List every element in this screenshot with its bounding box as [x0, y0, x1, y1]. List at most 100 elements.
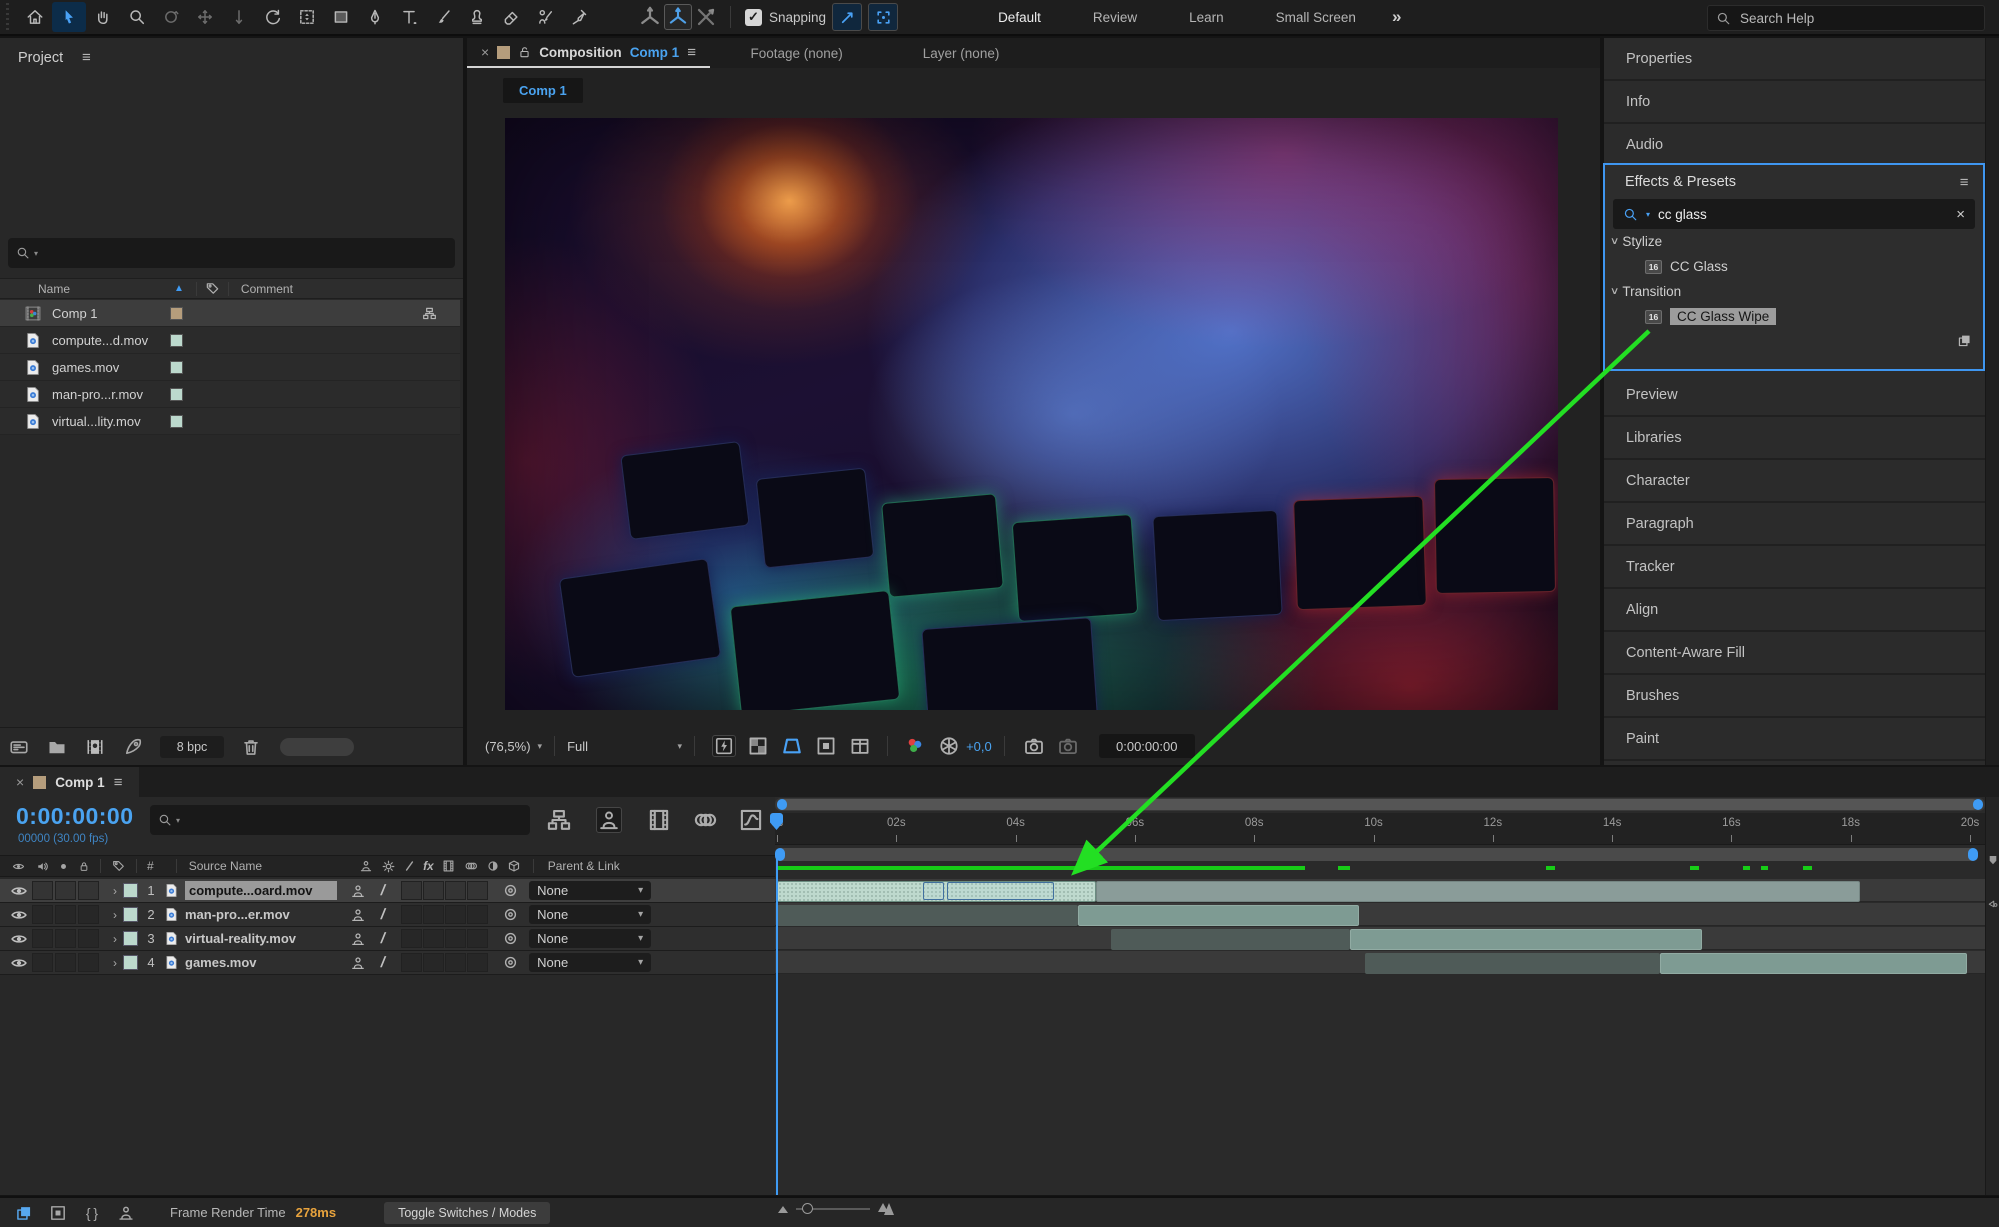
layer-switch-cells[interactable]: [401, 929, 488, 948]
composition-mini-flowchart-icon[interactable]: [546, 807, 572, 833]
eraser-tool-icon[interactable]: [494, 2, 528, 32]
effects-presets-title[interactable]: Effects & Presets: [1625, 174, 1736, 190]
show-snapshot-icon[interactable]: [1056, 735, 1080, 757]
parent-dropdown[interactable]: None▾: [529, 905, 651, 924]
panel-tab-align[interactable]: Align: [1604, 589, 1985, 632]
layer-row[interactable]: › 2 man-pro...er.mov / None▾: [0, 903, 775, 927]
puppet-pin-tool-icon[interactable]: [562, 2, 596, 32]
selection-tool-icon[interactable]: [52, 2, 86, 32]
label-column-icon[interactable]: [111, 859, 126, 873]
pan-camera-tool-icon[interactable]: [188, 2, 222, 32]
parent-dropdown[interactable]: None▾: [529, 929, 651, 948]
solo-toggle-cell[interactable]: [55, 929, 76, 948]
workspace-tab-small-screen[interactable]: Small Screen: [1250, 10, 1382, 25]
brush-tool-icon[interactable]: [426, 2, 460, 32]
snapping-checkbox[interactable]: ✓: [745, 9, 762, 26]
effect-group-transition[interactable]: ∨ Transition: [1605, 279, 1983, 304]
world-axis-mode-icon[interactable]: [664, 4, 692, 30]
expand-layer-icon[interactable]: ›: [113, 908, 117, 922]
column-number[interactable]: #: [147, 859, 154, 873]
snap-beyond-boundaries-icon[interactable]: [868, 3, 898, 31]
audio-toggle-cell[interactable]: [32, 929, 53, 948]
expand-layer-icon[interactable]: ›: [113, 956, 117, 970]
region-of-interest-icon[interactable]: [780, 735, 804, 757]
frame-blending-icon[interactable]: [646, 807, 672, 833]
layer-name[interactable]: compute...oard.mov: [185, 881, 337, 900]
panel-tab-character[interactable]: Character: [1604, 460, 1985, 503]
viewer-timecode[interactable]: 0:00:00:00: [1099, 734, 1195, 758]
zoom-slider-track[interactable]: [796, 1208, 870, 1210]
lock-toggle-cell[interactable]: [78, 953, 99, 972]
sort-ascending-icon[interactable]: ▲: [174, 283, 184, 294]
layer-row[interactable]: › 3 virtual-reality.mov / None▾: [0, 927, 775, 951]
take-snapshot-icon[interactable]: [1022, 735, 1046, 757]
video-toggle-icon[interactable]: [8, 882, 30, 900]
footage-tab[interactable]: Footage (none): [710, 46, 882, 61]
resolution-dropdown[interactable]: Full ▾: [567, 739, 682, 754]
label-color-swatch[interactable]: [170, 307, 183, 320]
dolly-camera-tool-icon[interactable]: [222, 2, 256, 32]
work-area-end-handle[interactable]: [1968, 848, 1978, 861]
shy-toggle-icon[interactable]: [349, 883, 367, 899]
effects-search-box[interactable]: ▾ ×: [1613, 199, 1975, 229]
composition-tab[interactable]: × Composition Comp 1 ≡: [467, 38, 710, 68]
close-tab-icon[interactable]: ×: [16, 774, 24, 790]
roto-brush-tool-icon[interactable]: [528, 2, 562, 32]
layer-duration-bar[interactable]: [777, 881, 1096, 902]
project-item-name[interactable]: games.mov: [52, 360, 170, 375]
panel-tab-paragraph[interactable]: Paragraph: [1604, 503, 1985, 546]
rotation-tool-icon[interactable]: [256, 2, 290, 32]
clear-search-icon[interactable]: ×: [1956, 206, 1965, 223]
layer-color-swatch[interactable]: [123, 907, 138, 922]
column-comment[interactable]: Comment: [241, 282, 293, 296]
video-toggle-icon[interactable]: [8, 906, 30, 924]
layer-duration-bar[interactable]: [1096, 881, 1860, 902]
workspace-tab-learn[interactable]: Learn: [1163, 10, 1250, 25]
effect-group-stylize[interactable]: ∨ Stylize: [1605, 229, 1983, 254]
panel-tab-tracker[interactable]: Tracker: [1604, 546, 1985, 589]
quality-toggle-icon[interactable]: /: [379, 954, 387, 971]
quality-switch-icon[interactable]: [403, 859, 416, 873]
layer-name[interactable]: man-pro...er.mov: [185, 907, 337, 922]
zoom-out-icon[interactable]: [778, 1206, 788, 1213]
label-color-swatch[interactable]: [170, 361, 183, 374]
project-item-row[interactable]: Comp 1: [0, 300, 460, 327]
layer-tab[interactable]: Layer (none): [883, 46, 1040, 61]
label-color-swatch[interactable]: [170, 388, 183, 401]
panel-tab-properties[interactable]: Properties: [1604, 38, 1985, 81]
render-engine-icon[interactable]: [122, 737, 144, 757]
current-time-display[interactable]: 0:00:00:00: [16, 803, 134, 830]
layer-switch-cells[interactable]: [401, 953, 488, 972]
new-folder-icon[interactable]: [46, 737, 68, 757]
frame-blend-switch-icon[interactable]: [441, 859, 456, 873]
magnification-dropdown[interactable]: (76,5%) ▾: [485, 739, 542, 754]
threed-layer-switch-icon[interactable]: [507, 859, 521, 873]
channel-select-icon[interactable]: [903, 735, 927, 757]
lock-toggle-cell[interactable]: [78, 905, 99, 924]
help-search-box[interactable]: [1707, 5, 1985, 31]
timeline-ruler[interactable]: 0s02s04s06s08s10s12s14s16s18s20s: [775, 813, 1985, 845]
mask-visibility-icon[interactable]: [814, 735, 838, 757]
lock-toggle-cell[interactable]: [78, 929, 99, 948]
panel-tab-info[interactable]: Info: [1604, 81, 1985, 124]
solo-toggle-cell[interactable]: [55, 905, 76, 924]
project-item-row[interactable]: games.mov: [0, 354, 460, 381]
fast-previews-icon[interactable]: [712, 735, 736, 757]
shy-toggle-icon[interactable]: [349, 931, 367, 947]
label-column-icon[interactable]: [205, 281, 220, 296]
project-panel-menu-icon[interactable]: ≡: [82, 49, 91, 66]
project-item-name[interactable]: man-pro...r.mov: [52, 387, 170, 402]
panel-tab-audio[interactable]: Audio: [1604, 124, 1985, 167]
effect-item-cc-glass[interactable]: 16 CC Glass: [1605, 254, 1983, 279]
solo-column-icon[interactable]: [58, 861, 69, 872]
work-area-bar[interactable]: [775, 848, 1978, 861]
local-axis-mode-icon[interactable]: [636, 4, 664, 30]
effects-switch-icon[interactable]: fx: [423, 859, 434, 873]
project-item-name[interactable]: compute...d.mov: [52, 333, 170, 348]
timeline-menu-icon[interactable]: ≡: [114, 774, 123, 791]
layer-duration-bar[interactable]: [777, 905, 1078, 926]
audio-toggle-cell[interactable]: [32, 905, 53, 924]
label-color-swatch[interactable]: [170, 415, 183, 428]
project-item-row[interactable]: man-pro...r.mov: [0, 381, 460, 408]
adjustment-layer-switch-icon[interactable]: [486, 859, 500, 873]
